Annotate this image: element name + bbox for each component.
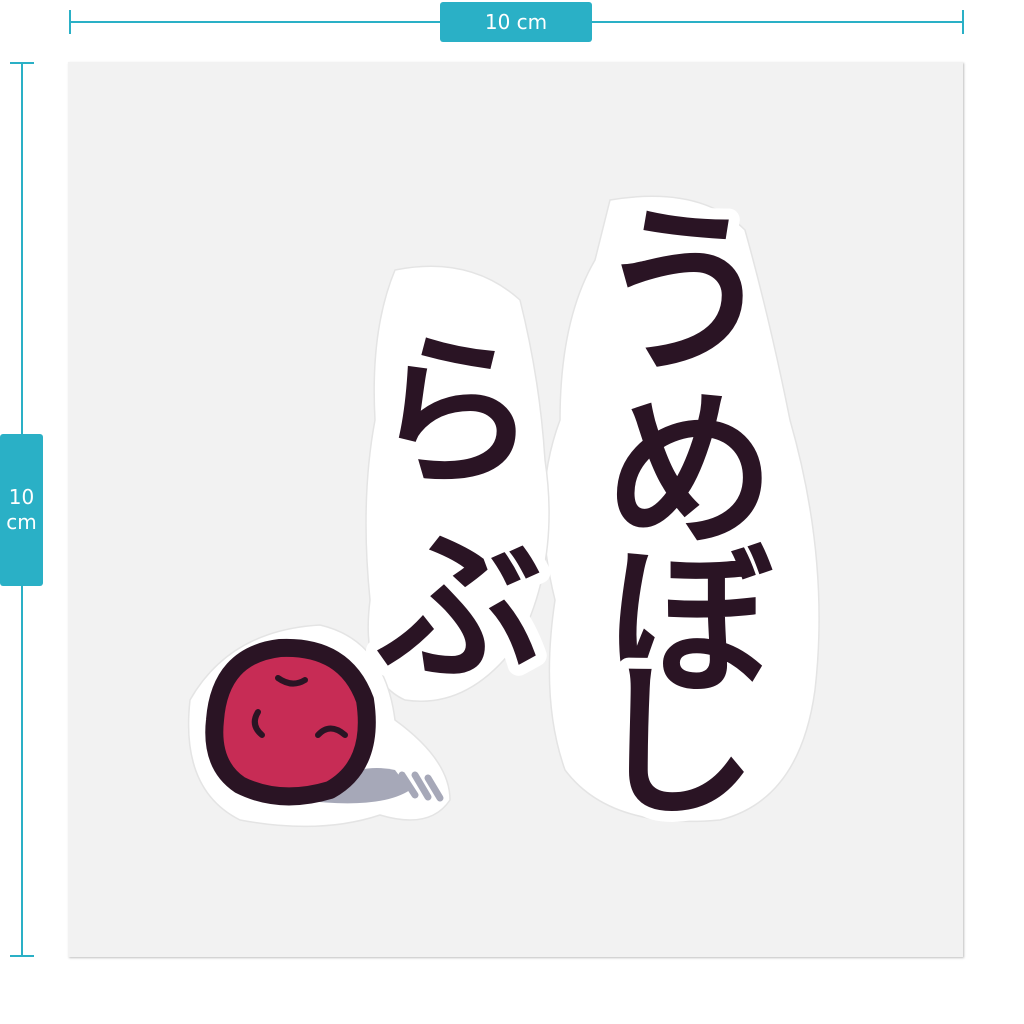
sticker-artwork: う め ぼ し ら ぶ (187, 178, 820, 850)
kana-ra: ら (373, 317, 538, 509)
product-preview: 10 cm 10 cm う め ぼ し ら ぶ (0, 0, 1024, 1024)
kana-shi: し (593, 647, 758, 839)
kana-bu: ぶ (377, 512, 543, 704)
kana-u: う (595, 189, 775, 398)
